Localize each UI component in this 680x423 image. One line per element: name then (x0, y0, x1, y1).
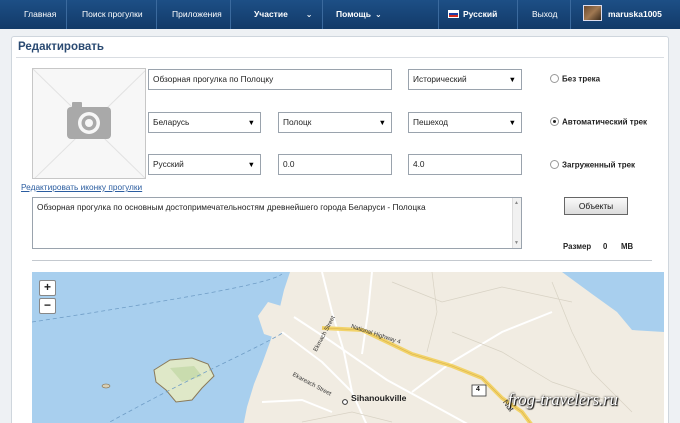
category-select[interactable]: Исторический ▼ (408, 69, 522, 90)
distance-input[interactable]: 0.0 (278, 154, 392, 175)
radio-indicator[interactable] (550, 74, 559, 84)
language-select-value: Русский (153, 159, 184, 169)
chevron-down-icon: ▼ (247, 118, 255, 127)
nav-search-walks[interactable]: Поиск прогулки (82, 0, 143, 29)
avatar[interactable] (583, 5, 602, 21)
chevron-down-icon: ▼ (378, 118, 386, 127)
edit-icon-link[interactable]: Редактировать иконку прогулки (21, 182, 142, 192)
username[interactable]: maruska1005 (608, 0, 662, 29)
language-selector[interactable]: Русский (463, 0, 497, 29)
nav-help-label: Помощь (336, 9, 371, 19)
route-shield-label: 4 (476, 386, 480, 393)
size-value: 0 (603, 242, 608, 251)
nav-separator (570, 0, 571, 29)
size-unit: MB (621, 242, 634, 251)
description-textarea[interactable]: Обзорная прогулка по основным достоприме… (32, 197, 522, 249)
transport-select[interactable]: Пешеход ▼ (408, 112, 522, 133)
radio-indicator[interactable] (550, 117, 559, 127)
scroll-down-icon[interactable]: ▼ (514, 240, 519, 246)
logout-link[interactable]: Выход (532, 0, 557, 29)
city-select[interactable]: Полоцк ▼ (278, 112, 392, 133)
divider (16, 57, 664, 58)
chevron-down-icon: ▼ (508, 118, 516, 127)
radio-indicator[interactable] (550, 160, 559, 170)
walk-name-input[interactable]: Обзорная прогулка по Полоцку (148, 69, 392, 90)
radio-label: Без трека (562, 74, 601, 84)
description-text: Обзорная прогулка по основным достоприме… (37, 202, 426, 212)
chevron-down-icon: ▼ (247, 160, 255, 169)
scroll-up-icon[interactable]: ▲ (514, 200, 519, 206)
nav-apps[interactable]: Приложения (172, 0, 222, 29)
nav-help[interactable]: Помощь ⌄ (336, 0, 382, 29)
chevron-down-icon: ⌄ (374, 10, 382, 19)
transport-select-value: Пешеход (413, 117, 448, 127)
zoom-out-button[interactable]: − (39, 298, 56, 314)
radio-no-track[interactable]: Без трека (550, 74, 601, 84)
nav-separator (230, 0, 231, 29)
nav-separator (517, 0, 518, 29)
language-select[interactable]: Русский ▼ (148, 154, 261, 175)
nav-separator (66, 0, 67, 29)
nav-participation-label: Участие (254, 9, 288, 19)
nav-participation[interactable]: Участие ⌄ (254, 0, 313, 29)
city-select-value: Полоцк (283, 117, 312, 127)
city-label: Sihanoukville (351, 393, 407, 403)
nav-home[interactable]: Главная (24, 0, 56, 29)
country-select-value: Беларусь (153, 117, 190, 127)
radio-label: Загруженный трек (562, 160, 636, 170)
panel-title: Редактировать (18, 41, 104, 53)
nav-separator (156, 0, 157, 29)
divider (32, 260, 652, 261)
watermark: frog-travelers.ru (508, 390, 618, 409)
nav-separator (322, 0, 323, 29)
edit-panel: Редактировать Обзорная прогулка по Полоц… (11, 36, 669, 423)
radio-uploaded-track[interactable]: Загруженный трек (550, 160, 636, 170)
chevron-down-icon: ▼ (508, 75, 516, 84)
top-nav: Главная Поиск прогулки Приложения Участи… (0, 0, 680, 29)
size-label: Размер (563, 242, 592, 251)
nav-separator (438, 0, 439, 29)
objects-button[interactable]: Объекты (564, 197, 628, 215)
flag-icon (448, 10, 459, 18)
country-select[interactable]: Беларусь ▼ (148, 112, 261, 133)
duration-input[interactable]: 4.0 (408, 154, 522, 175)
chevron-down-icon: ⌄ (305, 10, 313, 19)
category-select-value: Исторический (413, 74, 467, 84)
radio-auto-track[interactable]: Автоматический трек (550, 117, 648, 127)
walk-icon-placeholder[interactable] (32, 68, 146, 179)
radio-label: Автоматический трек (562, 117, 648, 127)
camera-icon (33, 69, 145, 178)
textarea-scrollbar[interactable]: ▲ ▼ (512, 198, 521, 248)
zoom-in-button[interactable]: + (39, 280, 56, 296)
